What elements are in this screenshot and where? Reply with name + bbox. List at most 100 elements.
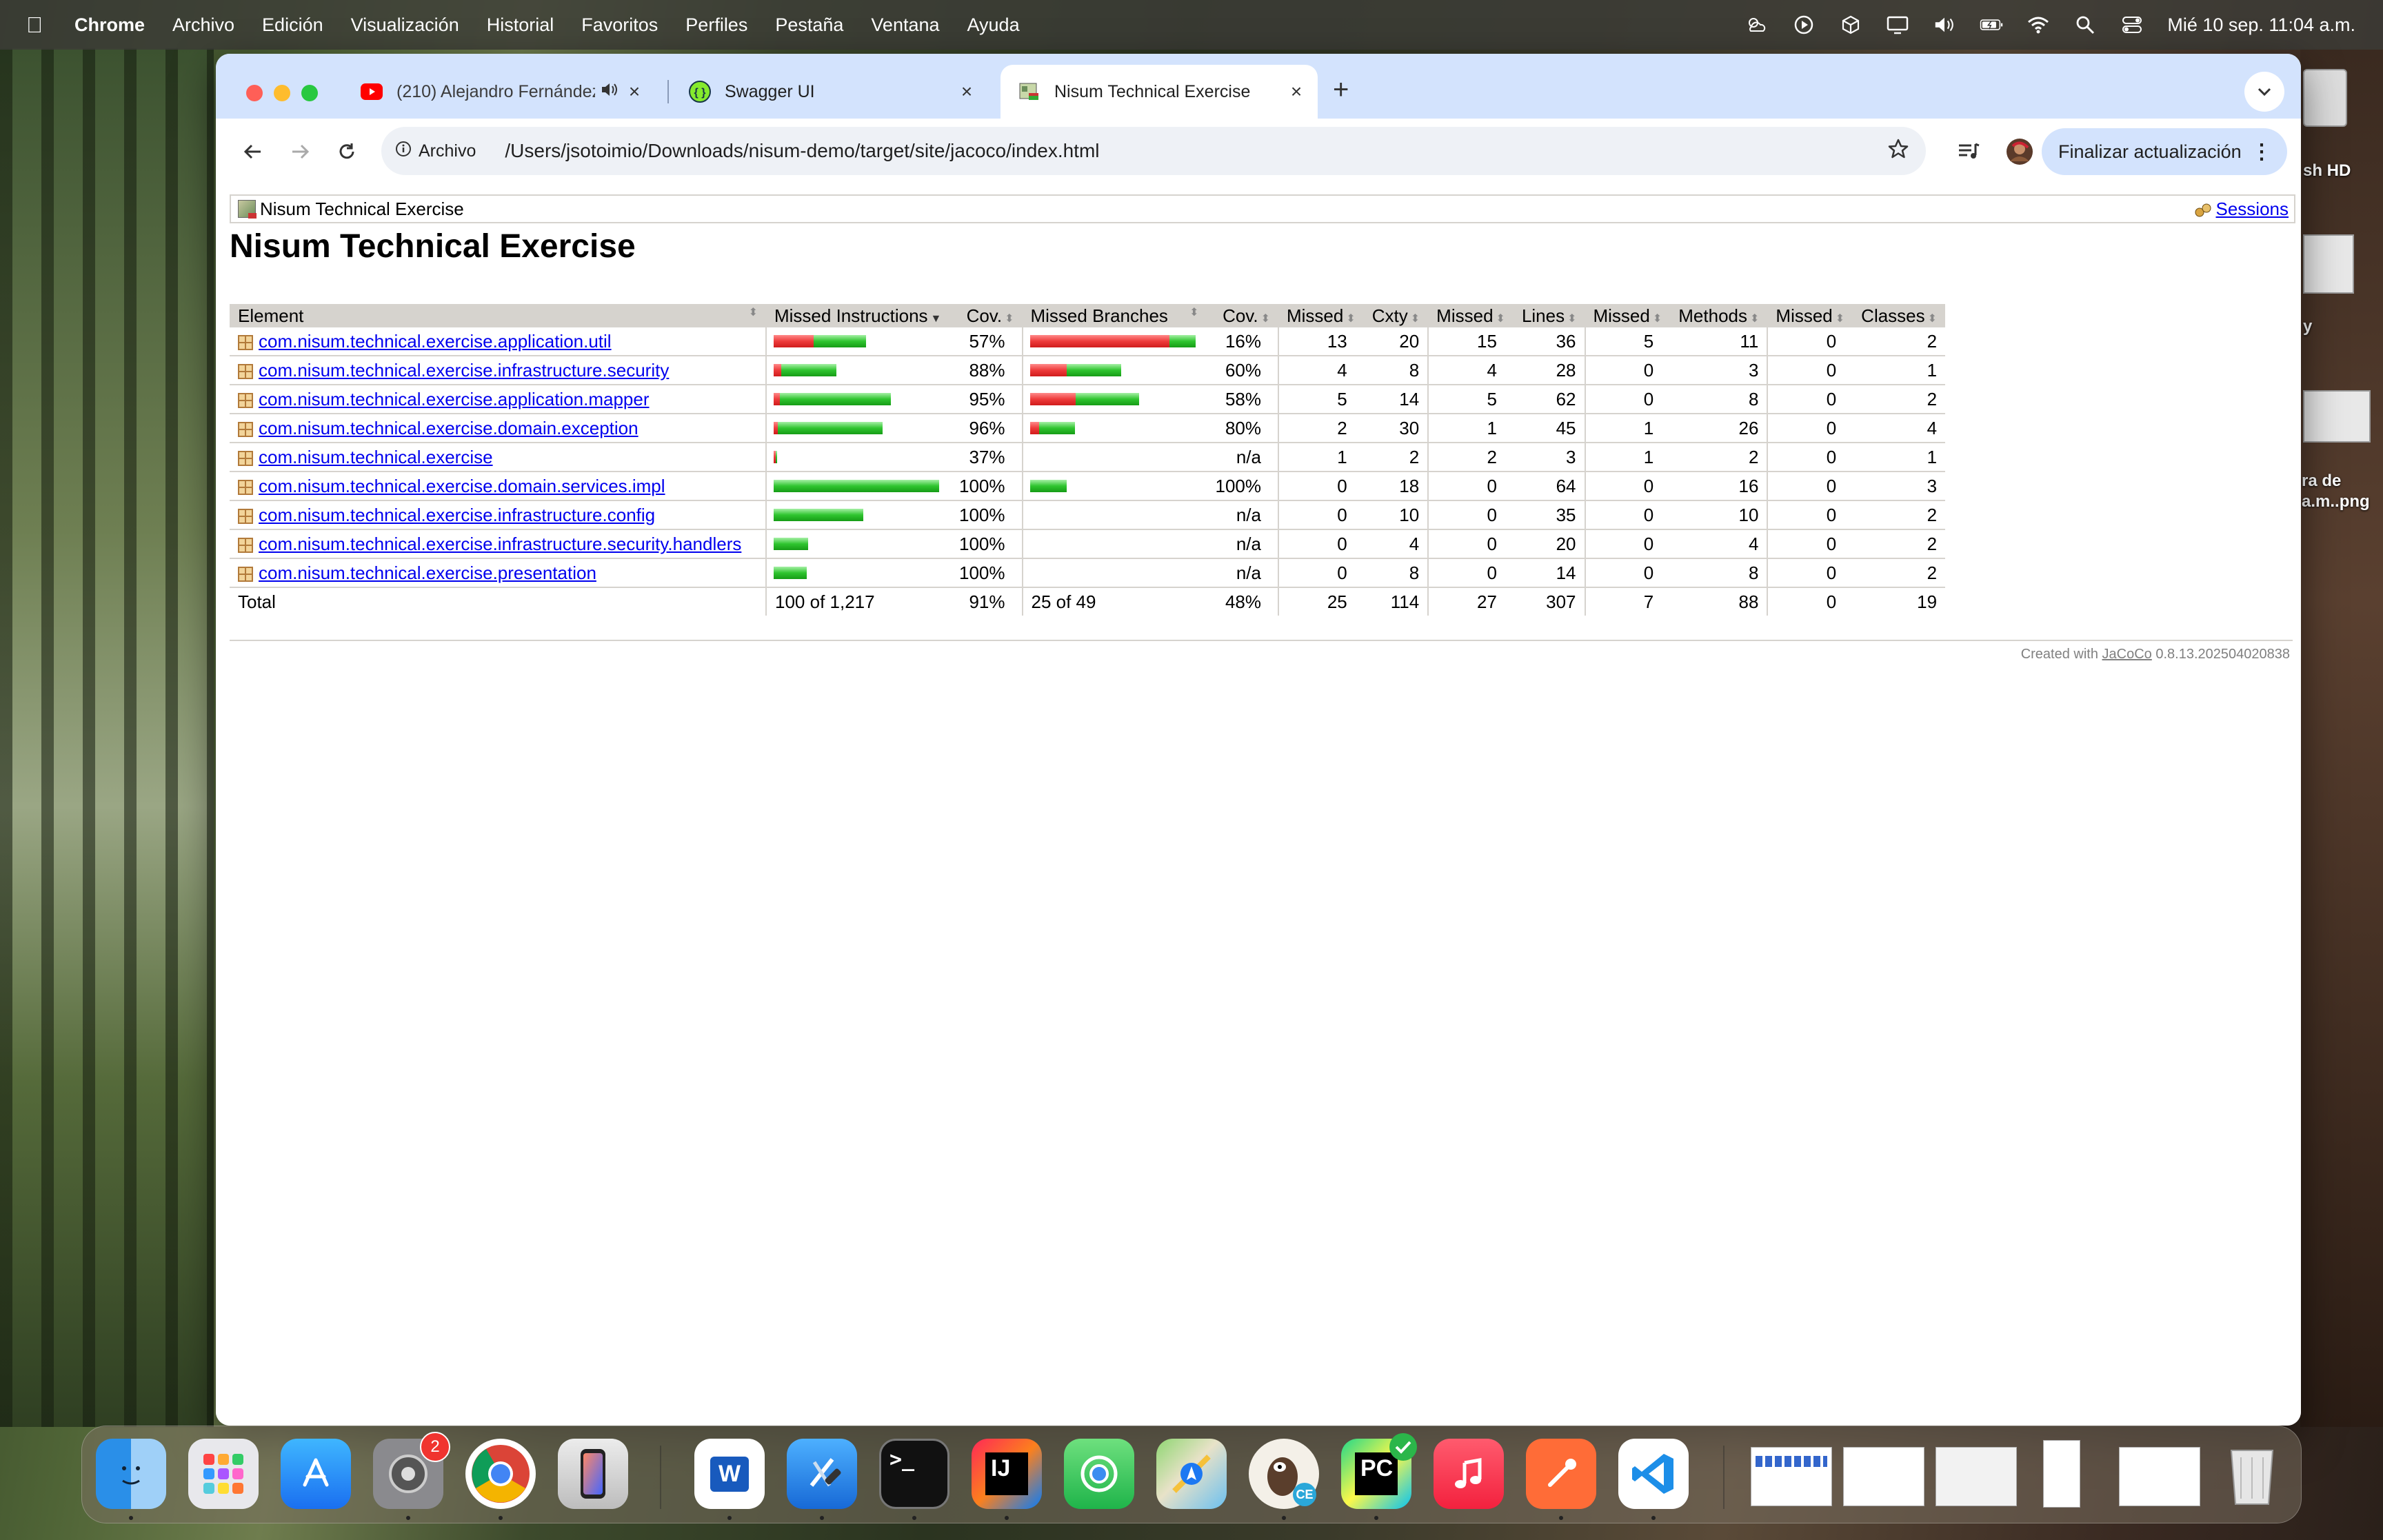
audio-playing-icon[interactable] bbox=[601, 81, 619, 103]
menu-app-chrome[interactable]: Chrome bbox=[74, 14, 145, 36]
package-link[interactable]: com.nisum.technical.exercise.domain.serv… bbox=[259, 476, 665, 496]
new-tab-icon[interactable]: + bbox=[1333, 74, 1349, 105]
display-icon[interactable] bbox=[1886, 13, 1909, 37]
profile-avatar[interactable] bbox=[2004, 136, 2035, 167]
instr-coverage-bar bbox=[774, 335, 944, 347]
cxty-cell: 20 bbox=[1363, 327, 1429, 356]
header-branch-cov[interactable]: Cov. ⬍ bbox=[1207, 304, 1278, 327]
tab-swagger[interactable]: { } Swagger UI × bbox=[671, 65, 988, 119]
menu-ventana[interactable]: Ventana bbox=[871, 14, 939, 36]
minimize-window-button[interactable] bbox=[274, 85, 290, 101]
header-cxty[interactable]: Cxty ⬍ bbox=[1363, 304, 1429, 327]
wifi-icon[interactable] bbox=[2027, 13, 2050, 37]
close-tab-icon[interactable]: × bbox=[956, 81, 977, 103]
apple-icon[interactable]:  bbox=[26, 12, 47, 38]
close-window-button[interactable] bbox=[246, 85, 263, 101]
reload-icon[interactable] bbox=[330, 135, 363, 168]
window-thumbnail-xcode[interactable] bbox=[2043, 1440, 2080, 1508]
media-controls-icon[interactable] bbox=[1953, 136, 1984, 167]
finder-icon[interactable] bbox=[96, 1439, 166, 1509]
window-thumbnail-intellij[interactable] bbox=[2119, 1447, 2200, 1506]
app-store-icon[interactable] bbox=[281, 1439, 351, 1509]
desktop-file-icon[interactable] bbox=[2303, 234, 2354, 294]
svg-text:{ }: { } bbox=[694, 87, 706, 99]
bookmark-star-icon[interactable] bbox=[1887, 138, 1909, 166]
volume-icon[interactable] bbox=[1933, 13, 1956, 37]
maps-icon[interactable] bbox=[1156, 1439, 1227, 1509]
close-tab-icon[interactable]: × bbox=[1286, 81, 1307, 103]
running-indicator bbox=[499, 1516, 503, 1520]
desktop-drive-icon[interactable] bbox=[2303, 69, 2347, 127]
package-link[interactable]: com.nisum.technical.exercise.domain.exce… bbox=[259, 418, 639, 438]
intellij-icon[interactable]: IJ bbox=[972, 1439, 1042, 1509]
package-link[interactable]: com.nisum.technical.exercise.presentatio… bbox=[259, 563, 596, 583]
launchpad-icon[interactable] bbox=[188, 1439, 259, 1509]
package-link[interactable]: com.nisum.technical.exercise.infrastruct… bbox=[259, 505, 655, 525]
package-link[interactable]: com.nisum.technical.exercise.application… bbox=[259, 389, 650, 409]
menu-archivo[interactable]: Archivo bbox=[172, 14, 234, 36]
menubar-clock[interactable]: Mié 10 sep. 11:04 a.m. bbox=[2167, 14, 2355, 36]
tab-search-icon[interactable] bbox=[2244, 72, 2284, 112]
terminal-icon[interactable]: >_ bbox=[879, 1439, 949, 1509]
package-link[interactable]: com.nisum.technical.exercise bbox=[259, 447, 493, 467]
header-methods[interactable]: Methods ⬍ bbox=[1670, 304, 1768, 327]
trash-icon[interactable] bbox=[2217, 1439, 2287, 1509]
menu-historial[interactable]: Historial bbox=[487, 14, 554, 36]
branches-bar-cell bbox=[1021, 356, 1207, 385]
menu-favoritos[interactable]: Favoritos bbox=[581, 14, 658, 36]
tab-nisum-report[interactable]: Nisum Technical Exercise × bbox=[1001, 65, 1318, 119]
find-my-icon[interactable] bbox=[1064, 1439, 1134, 1509]
control-center-icon[interactable] bbox=[2120, 13, 2144, 37]
word-icon[interactable]: W bbox=[694, 1439, 765, 1509]
header-lines[interactable]: Lines ⬍ bbox=[1513, 304, 1585, 327]
zoom-window-button[interactable] bbox=[301, 85, 318, 101]
sessions-link[interactable]: Sessions bbox=[2216, 199, 2289, 220]
methods-missed-cell: 0 bbox=[1584, 558, 1671, 588]
instr-coverage-bar bbox=[774, 538, 944, 550]
header-cxty-missed[interactable]: Missed ⬍ bbox=[1278, 304, 1364, 327]
header-classes-missed[interactable]: Missed ⬍ bbox=[1767, 304, 1853, 327]
header-instr-cov[interactable]: Cov. ⬍ bbox=[951, 304, 1023, 327]
header-methods-missed[interactable]: Missed ⬍ bbox=[1585, 304, 1671, 327]
spotlight-search-icon[interactable] bbox=[2073, 13, 2097, 37]
package-link[interactable]: com.nisum.technical.exercise.infrastruct… bbox=[259, 534, 741, 554]
music-icon[interactable] bbox=[1434, 1439, 1504, 1509]
address-bar[interactable]: Archivo /Users/jsotoimio/Downloads/nisum… bbox=[381, 127, 1926, 175]
finish-update-button[interactable]: Finalizar actualización ⋮ bbox=[2042, 128, 2287, 175]
jacoco-link[interactable]: JaCoCo bbox=[2102, 647, 2152, 662]
header-missed-branches[interactable]: Missed Branches ⬍ bbox=[1022, 304, 1207, 327]
dbeaver-icon[interactable]: CE bbox=[1249, 1439, 1319, 1509]
menu-pestana[interactable]: Pestaña bbox=[775, 14, 843, 36]
header-classes[interactable]: Classes ⬍ bbox=[1853, 304, 1946, 327]
menu-ayuda[interactable]: Ayuda bbox=[967, 14, 1020, 36]
more-menu-icon[interactable]: ⋮ bbox=[2251, 140, 2272, 164]
menu-edicion[interactable]: Edición bbox=[262, 14, 323, 36]
header-lines-missed[interactable]: Missed ⬍ bbox=[1428, 304, 1514, 327]
lines-missed-cell: 15 bbox=[1427, 327, 1514, 356]
header-missed-instructions[interactable]: Missed Instructions ▼ bbox=[766, 304, 951, 327]
window-thumbnail-report[interactable] bbox=[1751, 1447, 1832, 1506]
play-icon[interactable] bbox=[1792, 13, 1816, 37]
back-arrow-icon[interactable] bbox=[237, 135, 270, 168]
package-link[interactable]: com.nisum.technical.exercise.application… bbox=[259, 331, 612, 352]
desktop-screenshot-icon[interactable] bbox=[2303, 390, 2371, 443]
forward-arrow-icon[interactable] bbox=[283, 135, 316, 168]
menu-visualizacion[interactable]: Visualización bbox=[351, 14, 459, 36]
vscode-icon[interactable] bbox=[1618, 1439, 1689, 1509]
postman-icon[interactable] bbox=[1526, 1439, 1596, 1509]
package-link[interactable]: com.nisum.technical.exercise.infrastruct… bbox=[259, 360, 669, 381]
chrome-icon[interactable] bbox=[465, 1439, 536, 1509]
close-tab-icon[interactable]: × bbox=[624, 81, 645, 103]
site-info-chip[interactable]: Archivo bbox=[395, 141, 476, 162]
cube-icon[interactable] bbox=[1839, 13, 1862, 37]
pycharm-icon[interactable]: PC bbox=[1341, 1433, 1417, 1509]
weather-icon[interactable] bbox=[1745, 13, 1769, 37]
window-thumbnail-doc[interactable] bbox=[1843, 1447, 1924, 1506]
header-element[interactable]: Element ⬍ bbox=[230, 304, 766, 327]
menu-perfiles[interactable]: Perfiles bbox=[685, 14, 747, 36]
tab-youtube[interactable]: (210) Alejandro Fernández × bbox=[343, 65, 656, 119]
xcode-icon[interactable] bbox=[787, 1439, 857, 1509]
window-thumbnail-pycharm[interactable] bbox=[1935, 1447, 2017, 1506]
url-text[interactable]: /Users/jsotoimio/Downloads/nisum-demo/ta… bbox=[505, 140, 1099, 162]
iphone-mirroring-icon[interactable] bbox=[558, 1439, 628, 1509]
